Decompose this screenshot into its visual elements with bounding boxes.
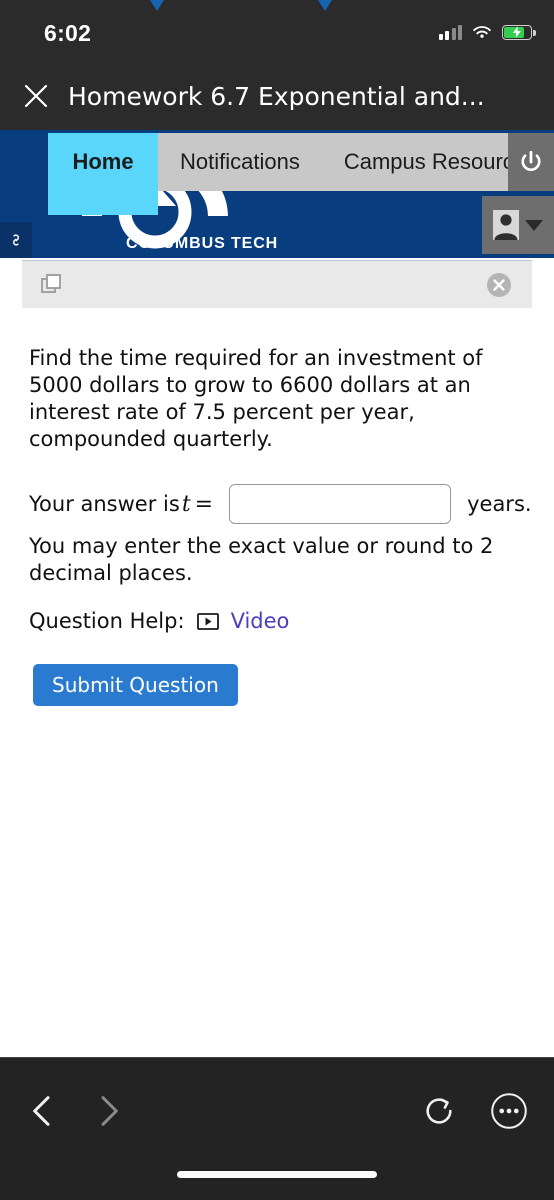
answer-label: Your answer ist = — [29, 492, 215, 517]
back-button[interactable] — [20, 1088, 66, 1134]
home-indicator — [177, 1171, 377, 1178]
question-help-video-link[interactable]: Video — [231, 609, 290, 633]
utility-strip — [0, 258, 554, 310]
chevron-down-icon — [525, 219, 543, 231]
question-prompt: Find the time required for an investment… — [29, 346, 483, 451]
question-help-row: Question Help: Video — [29, 609, 289, 633]
battery-charging-icon — [502, 24, 536, 40]
power-button[interactable] — [508, 133, 554, 191]
page-title: Homework 6.7 Exponential and... — [68, 81, 485, 111]
close-icon[interactable] — [20, 80, 52, 112]
forward-button[interactable] — [85, 1088, 131, 1134]
chevron-right-icon — [101, 1096, 118, 1126]
chain-link-icon[interactable] — [0, 222, 32, 258]
sidebar-item-home[interactable]: Home — [48, 133, 158, 215]
user-avatar-icon — [493, 210, 519, 240]
status-time: 6:02 — [44, 20, 92, 46]
tab-label-campus-resources: Campus Resource — [343, 149, 527, 174]
wifi-icon — [473, 26, 491, 38]
question-content: Find the time required for an investment… — [0, 312, 554, 1057]
submit-question-button[interactable]: Submit Question — [33, 664, 238, 706]
status-icons — [438, 20, 536, 44]
answer-row: Your answer ist = years. — [29, 484, 532, 524]
tab-label-notifications: Notifications — [180, 149, 300, 174]
cellular-signal-icon — [438, 24, 462, 40]
ios-status-bar: 6:02 — [0, 0, 554, 62]
site-nav-tabs: Home Notifications Campus Resource — [48, 133, 554, 215]
sidebar-item-notifications[interactable]: Notifications — [158, 133, 322, 191]
power-icon — [521, 150, 541, 171]
user-menu[interactable] — [482, 196, 554, 254]
close-circle-icon[interactable] — [486, 272, 512, 298]
answer-hint: You may enter the exact value or round t… — [29, 534, 494, 585]
chevron-down-icon — [150, 0, 164, 11]
browser-title-bar: Homework 6.7 Exponential and... — [0, 62, 554, 130]
reload-button[interactable] — [416, 1088, 462, 1134]
answer-units: years. — [467, 492, 532, 516]
answer-variable: t — [181, 491, 191, 517]
chevron-down-icon — [318, 0, 332, 11]
reload-icon — [426, 1098, 452, 1124]
answer-equals: = — [194, 491, 214, 517]
phone-screen: 6:02 Homework 6.7 Exponential and... COL… — [0, 0, 554, 1200]
site-logo-text: COLUMBUS TECH — [126, 235, 279, 252]
browser-bottom-bar — [0, 1057, 554, 1200]
more-options-button[interactable] — [486, 1088, 532, 1134]
more-options-icon — [491, 1093, 527, 1129]
video-play-icon[interactable] — [196, 612, 219, 630]
answer-prefix: Your answer is — [29, 491, 180, 516]
tab-label-home: Home — [72, 149, 134, 174]
question-help-label: Question Help: — [29, 609, 185, 633]
chevron-left-icon — [33, 1096, 50, 1126]
answer-input[interactable] — [229, 484, 452, 524]
windows-stack-icon[interactable] — [40, 273, 64, 297]
